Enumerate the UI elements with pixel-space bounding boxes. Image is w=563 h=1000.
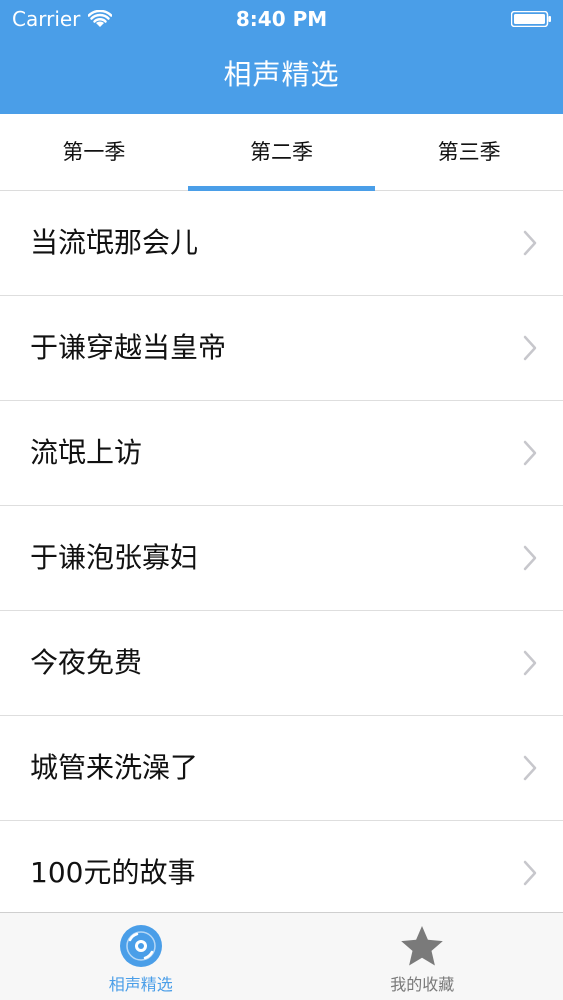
bottom-tab-bar: 相声精选 我的收藏	[0, 912, 563, 1000]
list-item[interactable]: 流氓上访	[0, 401, 563, 506]
status-time: 8:40 PM	[235, 7, 328, 31]
list-item[interactable]: 于谦穿越当皇帝	[0, 296, 563, 401]
status-bar: Carrier 8:40 PM	[0, 0, 563, 40]
list-item[interactable]: 100元的故事	[0, 821, 563, 912]
list-item[interactable]: 城管来洗澡了	[0, 716, 563, 821]
list-item-label: 当流氓那会儿	[30, 226, 199, 259]
tab-season-2[interactable]: 第二季	[187, 114, 376, 191]
disc-icon	[119, 925, 162, 967]
star-icon	[401, 926, 444, 966]
tab-label: 第三季	[437, 140, 501, 164]
tabbar-label: 我的收藏	[390, 975, 455, 994]
list-item[interactable]: 于谦泡张寡妇	[0, 506, 563, 611]
list-item-label: 城管来洗澡了	[30, 751, 199, 784]
list-item-label: 今夜免费	[30, 646, 143, 679]
chevron-right-icon	[523, 650, 537, 676]
chevron-right-icon	[523, 335, 537, 361]
chevron-right-icon	[523, 860, 537, 886]
list-item[interactable]: 当流氓那会儿	[0, 191, 563, 296]
battery-icon	[511, 11, 551, 27]
tabbar-item-crosstalk[interactable]: 相声精选	[0, 913, 282, 1000]
tabbar-label: 相声精选	[108, 975, 173, 994]
list-item[interactable]: 今夜免费	[0, 611, 563, 716]
tabbar-item-favorites[interactable]: 我的收藏	[282, 913, 563, 1000]
list-item-label: 100元的故事	[30, 856, 196, 889]
list-item-label: 于谦穿越当皇帝	[30, 331, 227, 364]
tab-season-1[interactable]: 第一季	[0, 114, 188, 190]
list-item-label: 于谦泡张寡妇	[30, 541, 199, 574]
list-item-label: 流氓上访	[30, 436, 143, 469]
tab-season-3[interactable]: 第三季	[375, 114, 563, 190]
tab-label: 第一季	[62, 140, 126, 164]
chevron-right-icon	[523, 230, 537, 256]
chevron-right-icon	[523, 440, 537, 466]
tab-label: 第二季	[250, 140, 313, 164]
episode-list[interactable]: 当流氓那会儿 于谦穿越当皇帝 流氓上访 于谦泡张寡妇 今夜免费 城管来洗澡了 1…	[0, 191, 563, 912]
navigation-header: Carrier 8:40 PM 相声精选	[0, 0, 563, 114]
chevron-right-icon	[523, 545, 537, 571]
page-title: 相声精选	[223, 58, 340, 91]
chevron-right-icon	[523, 755, 537, 781]
season-tabs: 第一季 第二季 第三季	[0, 114, 563, 191]
